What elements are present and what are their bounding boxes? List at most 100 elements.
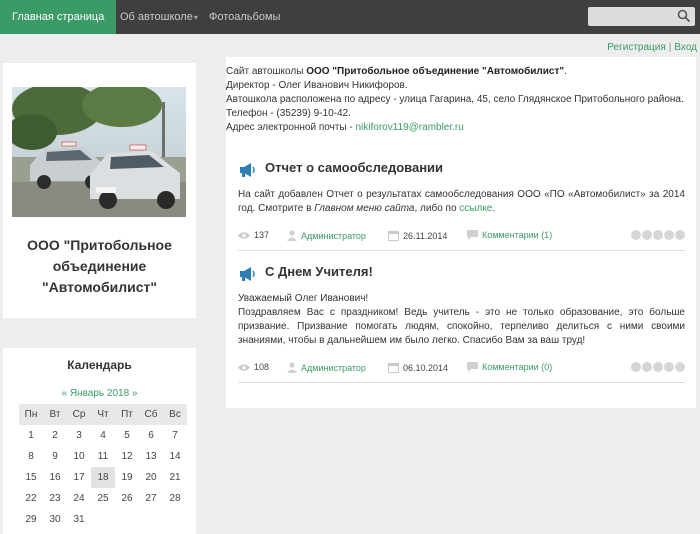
calendar-weekday: Сб: [139, 404, 163, 425]
org-title-line2: объединение: [52, 258, 147, 274]
calendar-day[interactable]: 11: [91, 446, 115, 467]
calendar-day[interactable]: 29: [19, 509, 43, 530]
calendar-day[interactable]: 15: [19, 467, 43, 488]
rating-stars[interactable]: [630, 362, 685, 374]
nav-about[interactable]: Об автошколе▾: [120, 0, 198, 34]
calendar-day[interactable]: 22: [19, 488, 43, 509]
megaphone-icon: [240, 163, 255, 177]
calendar-empty-cell: [139, 509, 163, 530]
calendar-empty-cell: [163, 509, 187, 530]
nav-albums[interactable]: Фотоальбомы: [209, 0, 280, 34]
calendar-day[interactable]: 4: [91, 425, 115, 446]
date-value: 06.10.2014: [403, 363, 449, 373]
calendar-day[interactable]: 6: [139, 425, 163, 446]
star-icon[interactable]: [675, 230, 685, 240]
calendar-day[interactable]: 28: [163, 488, 187, 509]
auth-links: Регистрация | Вход: [607, 42, 697, 53]
star-icon[interactable]: [642, 230, 652, 240]
calendar-weekday: Пн: [19, 404, 43, 425]
calendar-day[interactable]: 20: [139, 467, 163, 488]
rating-stars[interactable]: [630, 230, 685, 242]
calendar-day[interactable]: 2: [43, 425, 67, 446]
star-icon[interactable]: [664, 230, 674, 240]
calendar-weekday: Вт: [43, 404, 67, 425]
intro-phone: Телефон - (35239) 9-10-42.: [226, 108, 351, 119]
calendar-day[interactable]: 26: [115, 488, 139, 509]
org-title-line3: "Автомобилист": [42, 279, 157, 295]
calendar-icon: [388, 231, 399, 241]
author-link[interactable]: Администратор: [287, 230, 366, 241]
calendar-week: 22 23 24 25 26 27 28: [19, 488, 187, 509]
calendar-day[interactable]: 21: [163, 467, 187, 488]
calendar-day[interactable]: 10: [67, 446, 91, 467]
calendar-weekday: Пт: [115, 404, 139, 425]
calendar-weekday: Чт: [91, 404, 115, 425]
calendar-day[interactable]: 1: [19, 425, 43, 446]
star-icon[interactable]: [664, 362, 674, 372]
calendar-day[interactable]: 27: [139, 488, 163, 509]
calendar-day[interactable]: 9: [43, 446, 67, 467]
divider: [238, 250, 685, 251]
calendar-icon: [388, 363, 399, 373]
date-value: 26.11.2014: [403, 231, 448, 241]
star-icon[interactable]: [631, 362, 641, 372]
calendar-day[interactable]: 5: [115, 425, 139, 446]
star-icon[interactable]: [653, 230, 663, 240]
views-count: 108: [238, 362, 269, 372]
post-body-text: Поздравляем Вас с праздником! Ведь учите…: [238, 307, 685, 346]
calendar-month-nav[interactable]: « Январь 2018 »: [3, 388, 196, 399]
calendar-weekday: Ср: [67, 404, 91, 425]
post-greeting: Уважаемый Олег Иванович!: [238, 293, 369, 304]
calendar-day[interactable]: 3: [67, 425, 91, 446]
intro-org-name: ООО "Притобольное объединение "Автомобил…: [306, 66, 565, 77]
search-input[interactable]: [588, 7, 695, 26]
calendar-day[interactable]: 19: [115, 467, 139, 488]
org-title: ООО "Притобольное объединение "Автомобил…: [3, 235, 196, 298]
star-icon[interactable]: [642, 362, 652, 372]
post-meta: 137 Администратор 26.11.2014 Комментарии…: [238, 228, 685, 244]
calendar-day[interactable]: 14: [163, 446, 187, 467]
search-icon[interactable]: [677, 9, 691, 23]
intro-email-label: Адрес электронной почты -: [226, 122, 356, 133]
calendar-weekday: Вс: [163, 404, 187, 425]
calendar-day[interactable]: 16: [43, 467, 67, 488]
calendar-day[interactable]: 12: [115, 446, 139, 467]
eye-icon: [238, 364, 250, 371]
comments-label: Комментарии (1): [482, 230, 553, 240]
calendar-day[interactable]: 30: [43, 509, 67, 530]
calendar-empty-cell: [115, 509, 139, 530]
post-body-italic: Главном меню сайта: [314, 203, 415, 214]
calendar-day[interactable]: 17: [67, 467, 91, 488]
views-value: 137: [254, 230, 270, 240]
author-link[interactable]: Администратор: [287, 362, 366, 373]
comments-link[interactable]: Комментарии (0): [467, 362, 552, 372]
calendar-day[interactable]: 24: [67, 488, 91, 509]
post-link[interactable]: ссылке: [459, 203, 492, 214]
post-date: 26.11.2014: [388, 230, 447, 241]
post-date: 06.10.2014: [388, 362, 448, 373]
calendar-week: 15 16 17 18 19 20 21: [19, 467, 187, 488]
calendar-day[interactable]: 8: [19, 446, 43, 467]
eye-icon: [238, 232, 250, 239]
calendar-day[interactable]: 7: [163, 425, 187, 446]
calendar-widget: Календарь « Январь 2018 » Пн Вт Ср Чт Пт Сб Вс…: [3, 348, 196, 534]
calendar-day[interactable]: 23: [43, 488, 67, 509]
register-link[interactable]: Регистрация: [607, 42, 665, 53]
star-icon[interactable]: [675, 362, 685, 372]
post-title[interactable]: С Днем Учителя!: [265, 264, 373, 279]
main-content: Сайт автошколы ООО "Притобольное объедин…: [226, 57, 696, 408]
intro-l1c: .: [564, 66, 567, 77]
star-icon[interactable]: [631, 230, 641, 240]
calendar-day[interactable]: 25: [91, 488, 115, 509]
calendar-day[interactable]: 18: [91, 467, 115, 488]
calendar-day[interactable]: 31: [67, 509, 91, 530]
star-icon[interactable]: [653, 362, 663, 372]
post-body-text3: .: [492, 203, 496, 214]
comments-link[interactable]: Комментарии (1): [467, 230, 552, 240]
post-item: С Днем Учителя! Уважаемый Олег Иванович!…: [238, 264, 685, 383]
nav-home[interactable]: Главная страница: [0, 0, 117, 34]
login-link[interactable]: Вход: [674, 42, 697, 53]
email-link[interactable]: nikiforov119@rambler.ru: [355, 122, 463, 133]
calendar-day[interactable]: 13: [139, 446, 163, 467]
post-title[interactable]: Отчет о самообследовании: [265, 160, 443, 175]
